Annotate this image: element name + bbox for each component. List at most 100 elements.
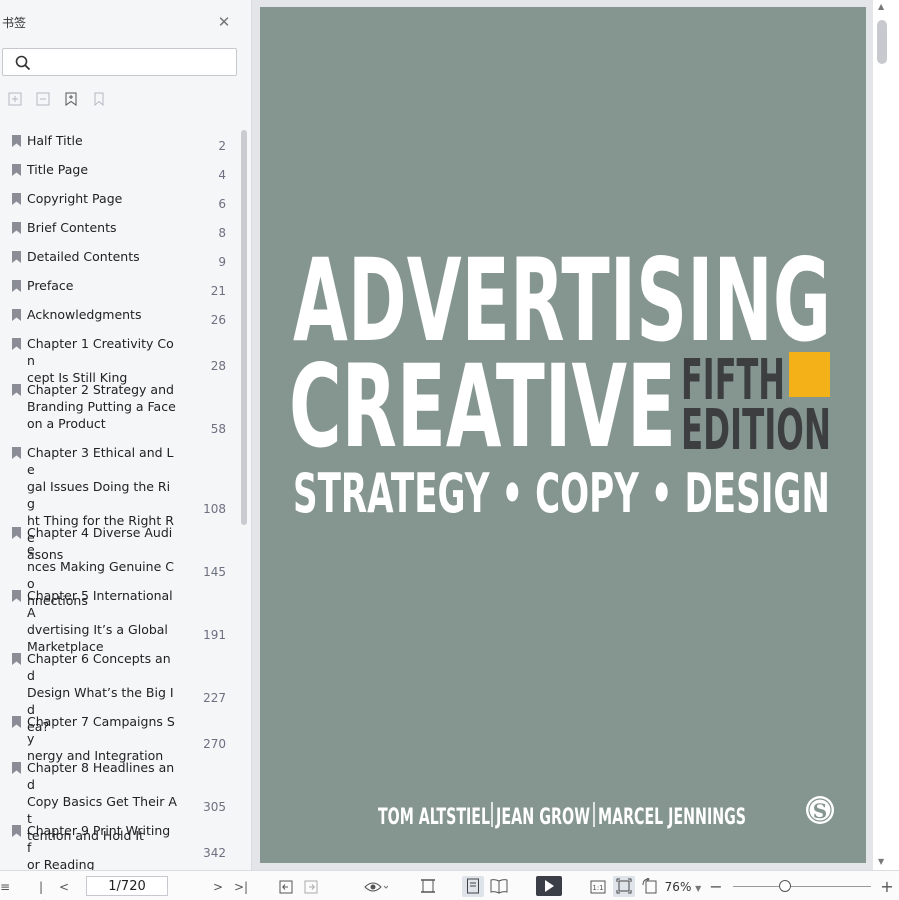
- bookmark-icon: [12, 222, 21, 234]
- bookmark-title: Detailed Contents: [27, 249, 140, 264]
- bookmark-page-number: 305: [203, 800, 226, 814]
- bookmark-item[interactable]: Chapter 6 Concepts and Design What’s the…: [0, 650, 238, 734]
- bookmark-page-number: 8: [218, 226, 226, 240]
- scroll-down-icon[interactable]: ▼: [878, 857, 884, 866]
- svg-text:1:1: 1:1: [592, 884, 603, 892]
- first-page-icon[interactable]: |<: [34, 879, 48, 900]
- panel-title: 书签: [2, 16, 27, 30]
- bookmark-icon: [12, 135, 21, 147]
- previous-page-icon[interactable]: <: [58, 879, 70, 895]
- close-icon[interactable]: ✕: [217, 15, 231, 30]
- bookmark-icon: [12, 527, 21, 539]
- rotate-page-icon[interactable]: [642, 878, 658, 894]
- cover-title-line2: CREATIVE: [289, 340, 676, 473]
- zoom-in-icon[interactable]: +: [880, 879, 894, 895]
- author-3: MARCEL JENNINGS: [598, 805, 746, 830]
- bookmark-page-number: 9: [218, 255, 226, 269]
- play-icon: [545, 880, 554, 892]
- bookmark-search-input[interactable]: [39, 53, 229, 71]
- bottom-toolbar: ≡ |< < > >| 1:1 76% ▼ − +: [0, 870, 899, 900]
- bookmark-panel: 书签 ✕ Half Title 2 Title Page 4 Copyright Pag…: [0, 0, 252, 870]
- two-page-icon[interactable]: [490, 878, 508, 894]
- bookmark-item[interactable]: Chapter 4 Diverse Audie nces Making Genu…: [0, 524, 238, 608]
- publisher-logo-letter: S: [813, 799, 827, 823]
- bookmark-title: Title Page: [27, 162, 89, 177]
- fit-page-button[interactable]: [613, 876, 635, 897]
- bookmark-page-number: 145: [203, 565, 226, 579]
- fit-width-icon[interactable]: [420, 878, 436, 894]
- accent-square: [789, 352, 830, 397]
- search-icon: [15, 55, 31, 71]
- scroll-up-icon[interactable]: ▲: [878, 2, 884, 11]
- single-page-button[interactable]: [462, 876, 484, 897]
- document-viewport: ADVERTISING CREATIVE FIFTH EDITION STRAT…: [253, 0, 873, 870]
- bookmark-icon: [12, 762, 21, 774]
- bookmark-icon: [12, 825, 21, 837]
- bookmark-item[interactable]: Chapter 9 Print Writing f or Reading 342: [0, 822, 238, 870]
- bookmark-item[interactable]: Brief Contents 8: [0, 219, 238, 240]
- bookmark-item[interactable]: Chapter 1 Creativity Con cept Is Still K…: [0, 335, 238, 385]
- document-scrollbar[interactable]: ▲ ▼: [873, 0, 899, 870]
- read-mode-eye-icon[interactable]: [364, 879, 388, 895]
- bookmark-item[interactable]: Chapter 5 International A dvertising It’…: [0, 587, 238, 654]
- next-page-icon[interactable]: >: [212, 879, 224, 895]
- bookmark-title: Brief Contents: [27, 220, 117, 235]
- zoom-slider[interactable]: [733, 886, 871, 887]
- bookmark-item[interactable]: Acknowledgments 26: [0, 306, 238, 327]
- bookmark-title: Copyright Page: [27, 191, 123, 206]
- bookmark-icon: [12, 164, 21, 176]
- book-cover-page: ADVERTISING CREATIVE FIFTH EDITION STRAT…: [260, 7, 866, 863]
- bookmark-item[interactable]: Chapter 7 Campaigns Sy nergy and Integra…: [0, 713, 238, 763]
- slideshow-button[interactable]: [536, 876, 562, 896]
- bookmark-title: Chapter 7 Campaigns Sy nergy and Integra…: [27, 714, 175, 763]
- author-2: JEAN GROW: [495, 805, 590, 830]
- thumbnail-toggle-icon[interactable]: ≡: [0, 879, 10, 895]
- bookmark-item[interactable]: Copyright Page 6: [0, 190, 238, 211]
- bookmark-page-number: 191: [203, 628, 226, 642]
- bookmark-item[interactable]: Chapter 3 Ethical and Le gal Issues Doin…: [0, 444, 238, 562]
- bookmark-item[interactable]: Chapter 2 Strategy and Branding Putting …: [0, 381, 238, 436]
- bookmark-item[interactable]: Chapter 8 Headlines and Copy Basics Get …: [0, 759, 238, 843]
- bookmark-item[interactable]: Detailed Contents 9: [0, 248, 238, 269]
- add-bookmark-icon[interactable]: [64, 92, 78, 106]
- collapse-all-icon[interactable]: [36, 92, 50, 106]
- bookmark-icon: [12, 590, 21, 602]
- bookmark-icon: [12, 338, 21, 350]
- bookmark-page-number: 4: [218, 168, 226, 182]
- next-view-icon[interactable]: [304, 879, 318, 895]
- bookmark-page-number: 21: [210, 284, 226, 298]
- previous-view-icon[interactable]: [279, 879, 293, 895]
- publisher-logo: S: [806, 796, 834, 824]
- zoom-value: 76%: [664, 880, 692, 894]
- bookmark-title: Chapter 1 Creativity Con cept Is Still K…: [27, 336, 174, 385]
- bookmark-icon: [12, 716, 21, 728]
- bookmark-page-number: 270: [203, 737, 226, 751]
- bookmark-page-number: 28: [210, 359, 226, 373]
- fit-page-icon: [616, 878, 632, 894]
- bookmark-item[interactable]: Preface 21: [0, 277, 238, 298]
- bookmark-page-number: 6: [218, 197, 226, 211]
- bookmark-page-number: 342: [203, 846, 226, 860]
- bookmark-icon: [12, 251, 21, 263]
- zoom-slider-knob[interactable]: [779, 880, 791, 892]
- bookmark-icon: [12, 447, 21, 459]
- scrollbar-thumb[interactable]: [877, 20, 887, 64]
- bookmark-icon: [12, 280, 21, 292]
- last-page-icon[interactable]: >|: [234, 879, 248, 895]
- edition-word-2: EDITION: [681, 398, 831, 463]
- bookmark-item[interactable]: Half Title 2: [0, 132, 238, 153]
- zoom-out-icon[interactable]: −: [709, 879, 723, 895]
- expand-all-icon[interactable]: [8, 92, 22, 106]
- sidebar-scrollbar[interactable]: [241, 130, 247, 525]
- bookmark-list: Half Title 2 Title Page 4 Copyright Page 6 Bri…: [0, 130, 238, 870]
- bookmark-item[interactable]: Title Page 4: [0, 161, 238, 182]
- page-number-input[interactable]: [86, 876, 168, 896]
- bookmark-search-field[interactable]: [2, 48, 237, 76]
- bookmark-icon: [12, 384, 21, 396]
- bookmark-page-number: 2: [218, 139, 226, 153]
- cover-subtitle: STRATEGY • COPY • DESIGN: [293, 462, 830, 525]
- actual-size-icon[interactable]: 1:1: [590, 879, 606, 895]
- bookmark-title: Preface: [27, 278, 74, 293]
- zoom-level[interactable]: 76% ▼: [663, 879, 703, 895]
- bookmark-icon[interactable]: [92, 92, 106, 106]
